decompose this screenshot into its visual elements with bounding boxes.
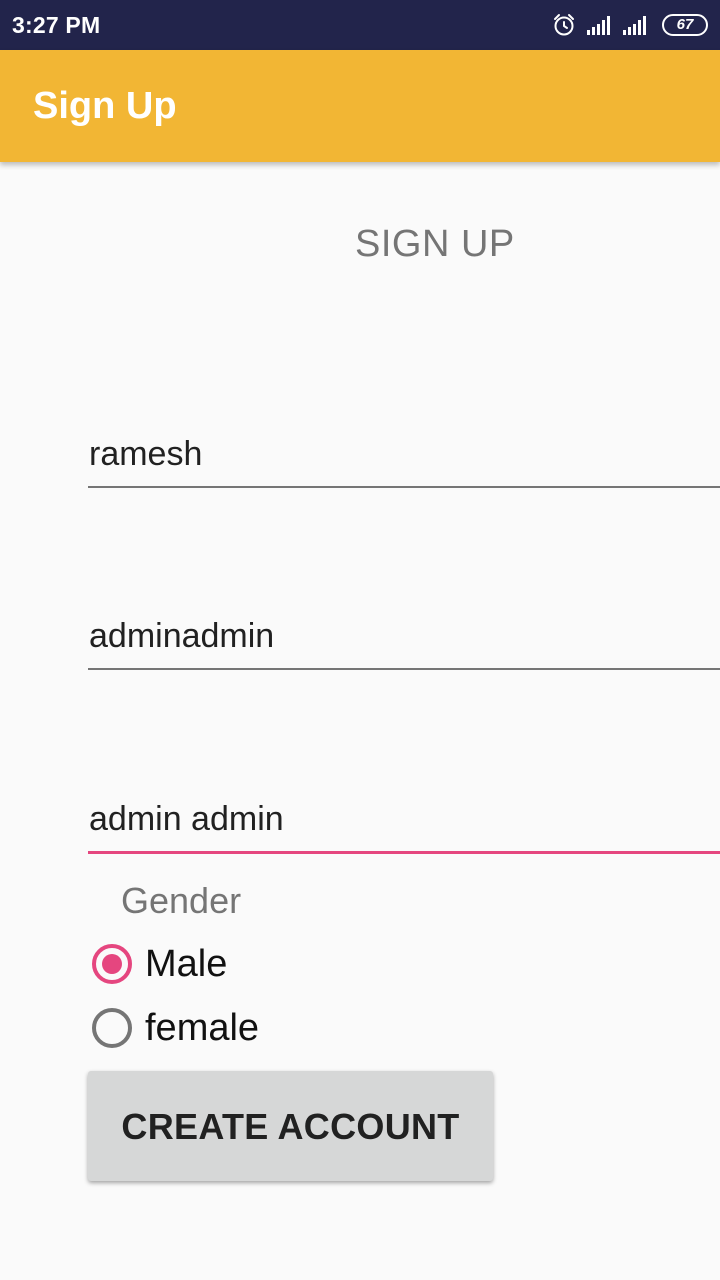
radio-unchecked-icon[interactable]	[92, 1008, 132, 1048]
username-value: ramesh	[89, 435, 203, 473]
form-heading: SIGN UP	[355, 223, 515, 265]
status-icons: 67	[518, 11, 708, 39]
signal-icon	[623, 16, 646, 35]
radio-checked-icon[interactable]	[92, 944, 132, 984]
radio-label-female: female	[145, 1007, 260, 1049]
name-value: admin admin	[89, 800, 284, 838]
radio-label-male: Male	[145, 943, 228, 985]
gender-label: Gender	[121, 880, 242, 921]
username-field[interactable]: ramesh	[88, 428, 720, 488]
status-bar: 3:27 PM 67	[0, 0, 720, 50]
create-account-button[interactable]: CREATE ACCOUNT	[88, 1071, 493, 1181]
name-field[interactable]: admin admin	[88, 794, 720, 854]
battery-icon: 67	[662, 14, 708, 36]
gender-radio-female[interactable]: female	[90, 1006, 390, 1050]
app-bar: Sign Up	[0, 50, 720, 162]
app-bar-title: Sign Up	[33, 85, 177, 127]
password-field[interactable]: adminadmin	[88, 610, 720, 670]
gender-radio-male[interactable]: Male	[90, 942, 390, 986]
signal-icon	[587, 16, 610, 35]
password-value: adminadmin	[89, 617, 275, 655]
alarm-icon	[554, 14, 574, 36]
status-time: 3:27 PM	[12, 12, 101, 38]
